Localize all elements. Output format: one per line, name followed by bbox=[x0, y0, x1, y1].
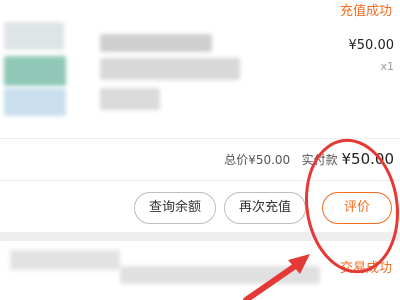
product-title-blurred bbox=[10, 250, 120, 270]
total-label: 总价 bbox=[224, 153, 249, 167]
item-price: ¥50.00 bbox=[348, 38, 395, 53]
product-title-blurred bbox=[100, 34, 212, 52]
product-thumbnail-blurred bbox=[4, 22, 64, 50]
review-button[interactable]: 评价 bbox=[322, 192, 392, 224]
product-title-blurred bbox=[120, 266, 320, 284]
total-value: ¥50.00 bbox=[248, 153, 291, 167]
product-thumbnail-blurred bbox=[4, 56, 66, 86]
paid-label: 实付款 bbox=[301, 153, 338, 167]
divider bbox=[0, 180, 400, 181]
recharge-again-button[interactable]: 再次充值 bbox=[224, 192, 306, 224]
divider bbox=[0, 138, 400, 139]
product-thumbnail-blurred bbox=[4, 88, 66, 116]
item-quantity: x1 bbox=[380, 60, 394, 73]
order-status: 交易成功 bbox=[339, 261, 392, 276]
order-summary: 总价¥50.00 实付款 ¥50.00 bbox=[224, 150, 394, 168]
order-status: 充值成功 bbox=[339, 4, 392, 19]
product-spec-blurred bbox=[100, 88, 160, 110]
product-title-blurred bbox=[100, 58, 240, 80]
check-balance-button[interactable]: 查询余额 bbox=[134, 192, 216, 224]
paid-value: ¥50.00 bbox=[341, 150, 395, 168]
